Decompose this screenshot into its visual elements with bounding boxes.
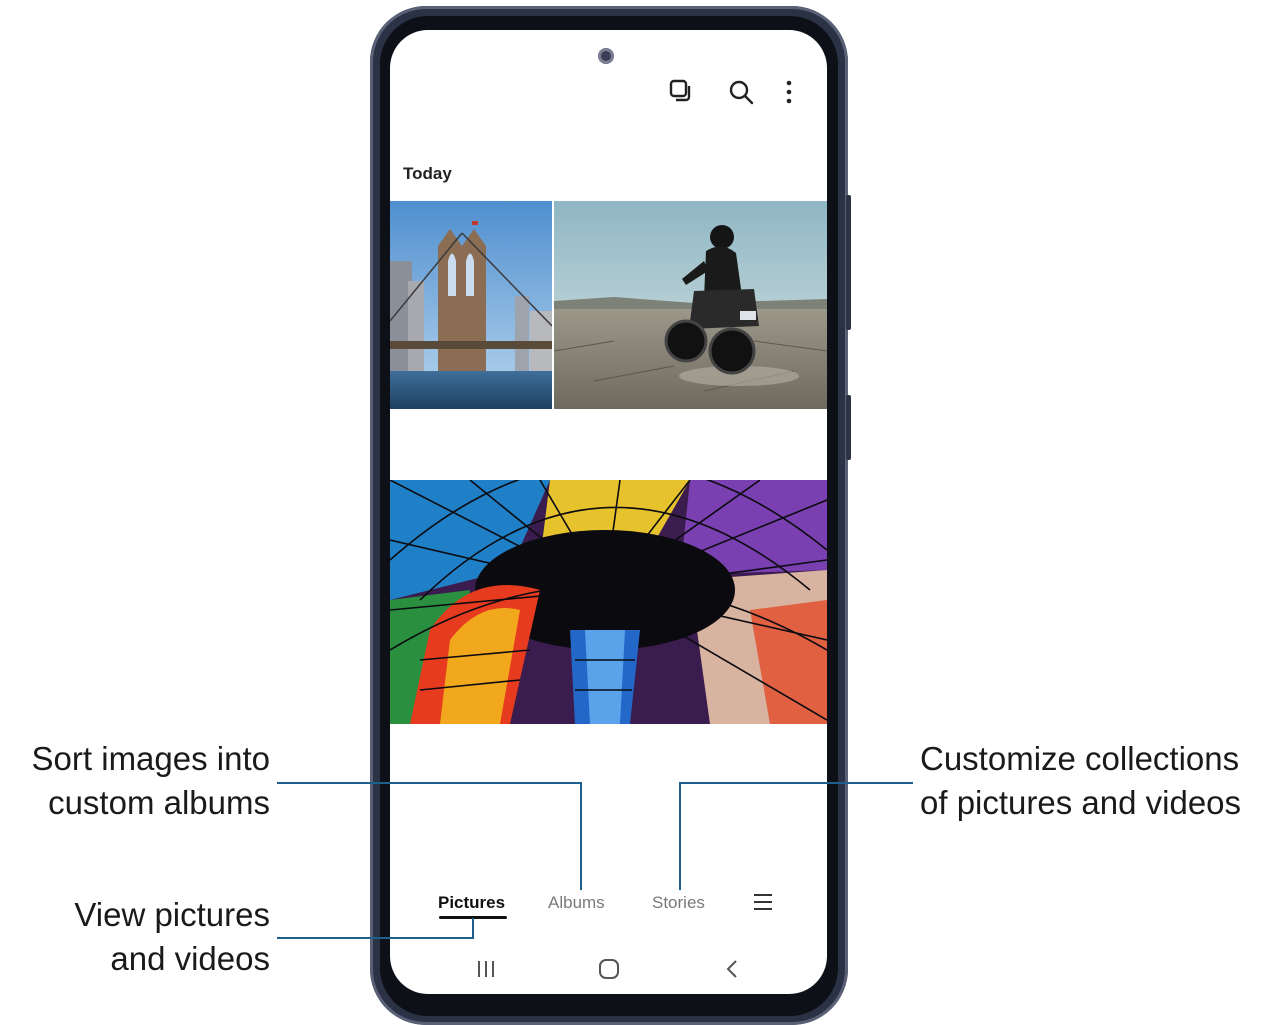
recent-apps-icon[interactable] <box>474 958 498 980</box>
volume-button <box>846 195 851 330</box>
power-button <box>846 395 851 460</box>
photo-bridge[interactable] <box>390 201 552 409</box>
hamburger-menu-icon[interactable] <box>752 891 774 913</box>
tab-stories[interactable]: Stories <box>652 893 705 913</box>
section-title: Today <box>403 164 452 183</box>
front-camera <box>598 48 614 64</box>
callout-sort-albums: Sort images into custom albums <box>31 740 270 821</box>
callout-customize-stories: Customize collections of pictures and vi… <box>920 740 1242 821</box>
home-icon[interactable] <box>597 958 621 980</box>
back-icon[interactable] <box>721 958 745 980</box>
more-options-icon[interactable] <box>775 78 803 106</box>
search-icon[interactable] <box>727 78 755 106</box>
gallery-screen: Today Pictures Albums Stories <box>390 30 827 994</box>
select-icon[interactable] <box>668 78 696 106</box>
tab-albums[interactable]: Albums <box>548 893 605 913</box>
callout-view-pictures: View pictures and videos <box>74 896 270 977</box>
tab-pictures[interactable]: Pictures <box>438 893 505 913</box>
photo-motorcycle[interactable] <box>554 201 827 409</box>
photo-stained-glass-dome[interactable] <box>390 480 827 724</box>
tab-pictures-indicator <box>439 916 507 919</box>
